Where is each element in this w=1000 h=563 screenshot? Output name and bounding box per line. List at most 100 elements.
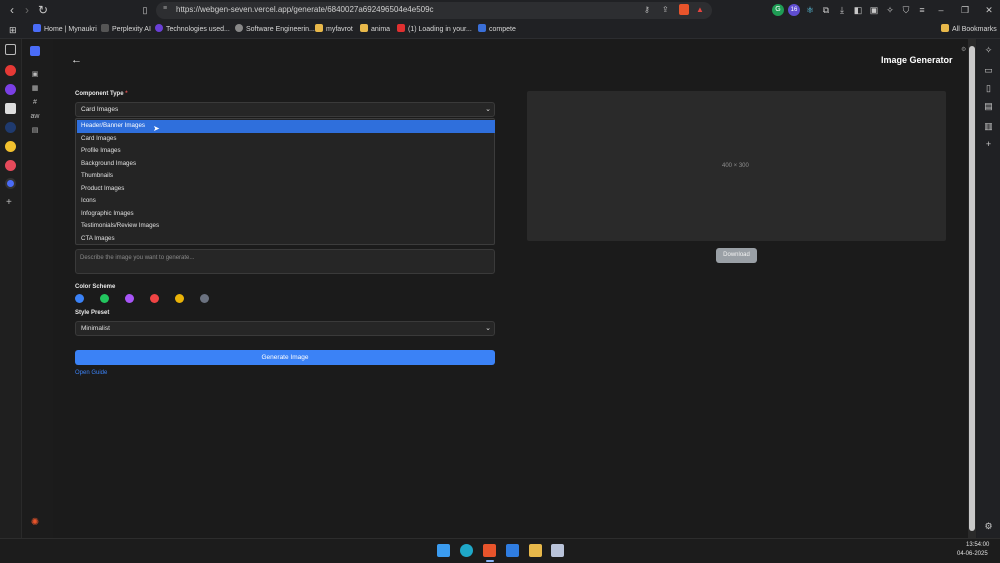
component-type-select[interactable]: Card Images ⌄: [75, 102, 495, 117]
site-info-icon[interactable]: ≡: [163, 5, 167, 12]
youtube-icon[interactable]: [5, 65, 16, 76]
download-button[interactable]: Download: [716, 248, 757, 263]
app-icon[interactable]: [5, 160, 16, 171]
option-product-images[interactable]: Product Images: [77, 183, 495, 196]
add-panel-icon[interactable]: +: [983, 139, 994, 150]
option-header-banner[interactable]: Header/Banner Images: [77, 120, 495, 133]
brave-shield-icon[interactable]: [679, 4, 689, 15]
bookmark-item[interactable]: Technologies used...: [155, 24, 230, 36]
color-swatch-purple[interactable]: [125, 294, 134, 303]
react-devtools-icon[interactable]: ⚛: [804, 4, 816, 16]
option-icons[interactable]: Icons: [77, 195, 495, 208]
back-arrow-icon[interactable]: ←: [71, 54, 82, 66]
preview-placeholder: 400 × 300: [722, 163, 749, 169]
bookmark-item[interactable]: Perplexity AI: [101, 24, 151, 36]
forward-nav-icon[interactable]: ›: [20, 3, 34, 17]
dashboard-icon[interactable]: ▣: [30, 70, 40, 80]
settings-icon[interactable]: ⚙: [983, 521, 994, 532]
browser-right-sidebar: ✧ ▭ ▯ ▤ ▥ + ⚙: [977, 39, 1000, 538]
grammarly-icon[interactable]: G: [772, 4, 784, 16]
style-preset-value: Minimalist: [81, 325, 110, 332]
grid-icon[interactable]: ▦: [30, 84, 40, 94]
media-icon[interactable]: ▭: [983, 65, 994, 76]
share-icon[interactable]: ⇪: [662, 5, 669, 14]
app-burst-icon[interactable]: ✺: [30, 518, 40, 528]
option-testimonials-images[interactable]: Testimonials/Review Images: [77, 220, 495, 233]
back-nav-icon[interactable]: ‹: [5, 3, 19, 17]
app-sidebar-item[interactable]: aw: [30, 112, 40, 122]
reload-icon[interactable]: ↻: [36, 3, 50, 17]
reading-list-icon[interactable]: ▤: [983, 101, 994, 112]
file-explorer-icon[interactable]: [529, 544, 542, 557]
restore-icon[interactable]: ❐: [958, 3, 972, 17]
color-swatch-blue[interactable]: [75, 294, 84, 303]
windows-start-icon[interactable]: [437, 544, 450, 557]
open-guide-link[interactable]: Open Guide: [75, 370, 107, 376]
app-icon[interactable]: [5, 178, 16, 189]
app-icon[interactable]: [5, 84, 16, 95]
hash-icon[interactable]: #: [30, 98, 40, 108]
style-preset-select[interactable]: Minimalist ⌄: [75, 321, 495, 336]
description-textarea[interactable]: Describe the image you want to generate.…: [75, 249, 495, 274]
color-swatch-gray[interactable]: [200, 294, 209, 303]
vpn-icon[interactable]: ⛉: [900, 4, 912, 16]
bookmark-item[interactable]: Home | Mynaukri: [33, 24, 97, 36]
settings-small-icon[interactable]: ⚙: [961, 46, 966, 53]
windows-taskbar: 13:54:00 04-06-2025: [0, 538, 1000, 563]
sidebar-panel-icon[interactable]: [5, 44, 16, 55]
component-type-options: Header/Banner Images Card Images Profile…: [75, 118, 495, 245]
color-swatch-yellow[interactable]: [175, 294, 184, 303]
key-icon[interactable]: ⚷: [644, 5, 650, 14]
bookmark-item[interactable]: myfavrot: [315, 24, 353, 36]
extensions-icon[interactable]: ⧉: [820, 4, 832, 16]
component-type-label-text: Component Type: [75, 91, 124, 97]
add-icon[interactable]: +: [6, 197, 12, 208]
document-icon[interactable]: ▤: [30, 126, 40, 136]
app-icon[interactable]: [5, 103, 16, 114]
bookmark-page-icon[interactable]: ▯: [138, 3, 152, 17]
option-thumbnails[interactable]: Thumbnails: [77, 170, 495, 183]
bookmark-label: anima: [371, 26, 391, 33]
app-taskbar-icon[interactable]: [551, 544, 564, 557]
brave-rewards-icon[interactable]: ▲: [696, 5, 704, 14]
app-icon[interactable]: [5, 122, 16, 133]
option-background-images[interactable]: Background Images: [77, 158, 495, 171]
chrome-icon[interactable]: [5, 141, 16, 152]
scrollbar-thumb[interactable]: [969, 46, 975, 531]
app-taskbar-icon[interactable]: [506, 544, 519, 557]
address-bar[interactable]: ≡ https://webgen-seven.vercel.app/genera…: [156, 2, 712, 19]
all-bookmarks[interactable]: All Bookmarks: [941, 24, 997, 36]
color-swatch-red[interactable]: [150, 294, 159, 303]
wallet-icon[interactable]: ▣: [868, 4, 880, 16]
apps-grid-icon[interactable]: ⊞: [9, 24, 17, 36]
bookmark-item[interactable]: Software Engineerin...: [235, 24, 315, 36]
bookmark-item[interactable]: (1) Loading in your...: [397, 24, 472, 36]
option-cta-images[interactable]: CTA Images: [77, 233, 495, 246]
option-profile-images[interactable]: Profile Images: [77, 145, 495, 158]
bookmarks-panel-icon[interactable]: ▥: [983, 121, 994, 132]
all-bookmarks-label: All Bookmarks: [952, 26, 997, 33]
description-placeholder: Describe the image you want to generate.…: [80, 255, 195, 261]
sidebar-toggle-icon[interactable]: ◧: [852, 4, 864, 16]
close-window-icon[interactable]: ✕: [982, 3, 996, 17]
tab-icon[interactable]: ▯: [983, 83, 994, 94]
bookmark-label: Home | Mynaukri: [44, 26, 97, 33]
bookmark-label: compete: [489, 26, 516, 33]
bookmark-item[interactable]: compete: [478, 24, 516, 36]
leo-ai-icon[interactable]: ✧: [884, 4, 896, 16]
minimize-icon[interactable]: –: [934, 3, 948, 17]
bookmark-label: (1) Loading in your...: [408, 26, 472, 33]
generate-image-button[interactable]: Generate Image: [75, 350, 495, 365]
download-icon[interactable]: ⤓: [836, 4, 848, 16]
extension-badge[interactable]: 16: [788, 4, 800, 16]
edge-icon[interactable]: [460, 544, 473, 557]
option-card-images[interactable]: Card Images: [77, 133, 495, 146]
leo-icon[interactable]: ✧: [983, 45, 994, 56]
menu-icon[interactable]: ≡: [916, 4, 928, 16]
mouse-cursor-icon: ➤: [153, 124, 160, 133]
color-swatch-green[interactable]: [100, 294, 109, 303]
option-infographic-images[interactable]: Infographic Images: [77, 208, 495, 221]
brave-taskbar-icon[interactable]: [483, 544, 496, 557]
bookmark-item[interactable]: anima: [360, 24, 390, 36]
chevron-down-icon: ⌄: [485, 106, 491, 113]
